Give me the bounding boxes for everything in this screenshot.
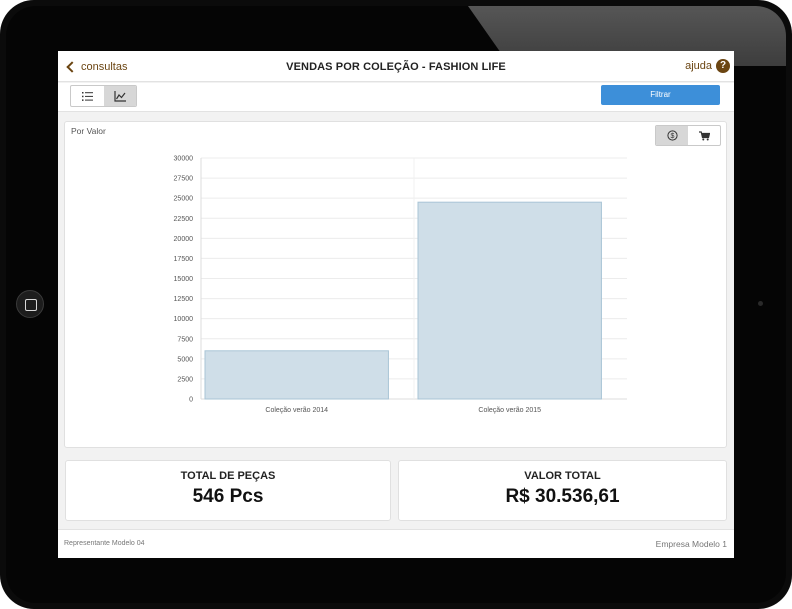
line-chart-icon <box>114 90 126 102</box>
tablet-frame: consultas VENDAS POR COLEÇÃO - FASHION L… <box>0 0 792 609</box>
total-value-card: VALOR TOTAL R$ 30.536,61 <box>398 460 727 521</box>
y-tick-label: 12500 <box>174 296 194 303</box>
bar <box>417 201 602 400</box>
y-tick-label: 15000 <box>174 276 194 283</box>
total-pieces-card: TOTAL DE PEÇAS 546 Pcs <box>65 460 391 521</box>
toolbar: Filtrar <box>58 83 734 112</box>
y-tick-label: 17500 <box>174 256 194 263</box>
y-tick-label: 25000 <box>174 196 194 203</box>
filter-button[interactable]: Filtrar <box>601 85 720 105</box>
page-title: VENDAS POR COLEÇÃO - FASHION LIFE <box>286 61 506 73</box>
y-tick-label: 7500 <box>177 336 193 343</box>
y-tick-label: 27500 <box>174 176 194 183</box>
y-tick-label: 22500 <box>174 216 194 223</box>
y-tick-label: 5000 <box>177 356 193 363</box>
chart-view-button[interactable] <box>103 86 136 106</box>
y-tick-label: 2500 <box>177 376 193 383</box>
help-link[interactable]: ajuda ? <box>685 59 730 73</box>
app-screen: consultas VENDAS POR COLEÇÃO - FASHION L… <box>58 51 734 558</box>
total-pieces-label: TOTAL DE PEÇAS <box>180 470 276 482</box>
bar <box>204 350 389 400</box>
total-value-amount: R$ 30.536,61 <box>505 486 620 507</box>
y-tick-label: 20000 <box>174 236 194 243</box>
bar-chart: 0 2500 5000 7500 10000 12500 15000 17500 20000 22… <box>174 156 627 414</box>
x-tick-label: Coleção verão 2015 <box>478 407 541 414</box>
help-label: ajuda <box>685 60 712 72</box>
chart-panel: Por Valor $ 0 2500 5000 7500 10000 12500 1 <box>64 121 727 448</box>
home-button[interactable] <box>16 290 44 318</box>
list-icon <box>81 91 93 101</box>
footer-bar: Representante Modelo 04 Empresa Modelo 1 <box>58 529 734 558</box>
camera-dot <box>758 301 763 306</box>
total-value-label: VALOR TOTAL <box>524 470 601 482</box>
company-name: Empresa Modelo 1 <box>655 539 727 549</box>
question-mark-icon: ? <box>716 59 730 73</box>
list-view-button[interactable] <box>71 86 104 106</box>
y-tick-label: 0 <box>189 397 193 404</box>
y-tick-label: 30000 <box>174 156 194 163</box>
total-pieces-value: 546 Pcs <box>192 486 264 507</box>
view-mode-toggle <box>70 85 137 107</box>
x-tick-label: Coleção verão 2014 <box>265 407 328 414</box>
top-navigation-bar: consultas VENDAS POR COLEÇÃO - FASHION L… <box>58 51 734 82</box>
representative-name: Representante Modelo 04 <box>64 540 145 547</box>
y-tick-label: 10000 <box>174 316 194 323</box>
